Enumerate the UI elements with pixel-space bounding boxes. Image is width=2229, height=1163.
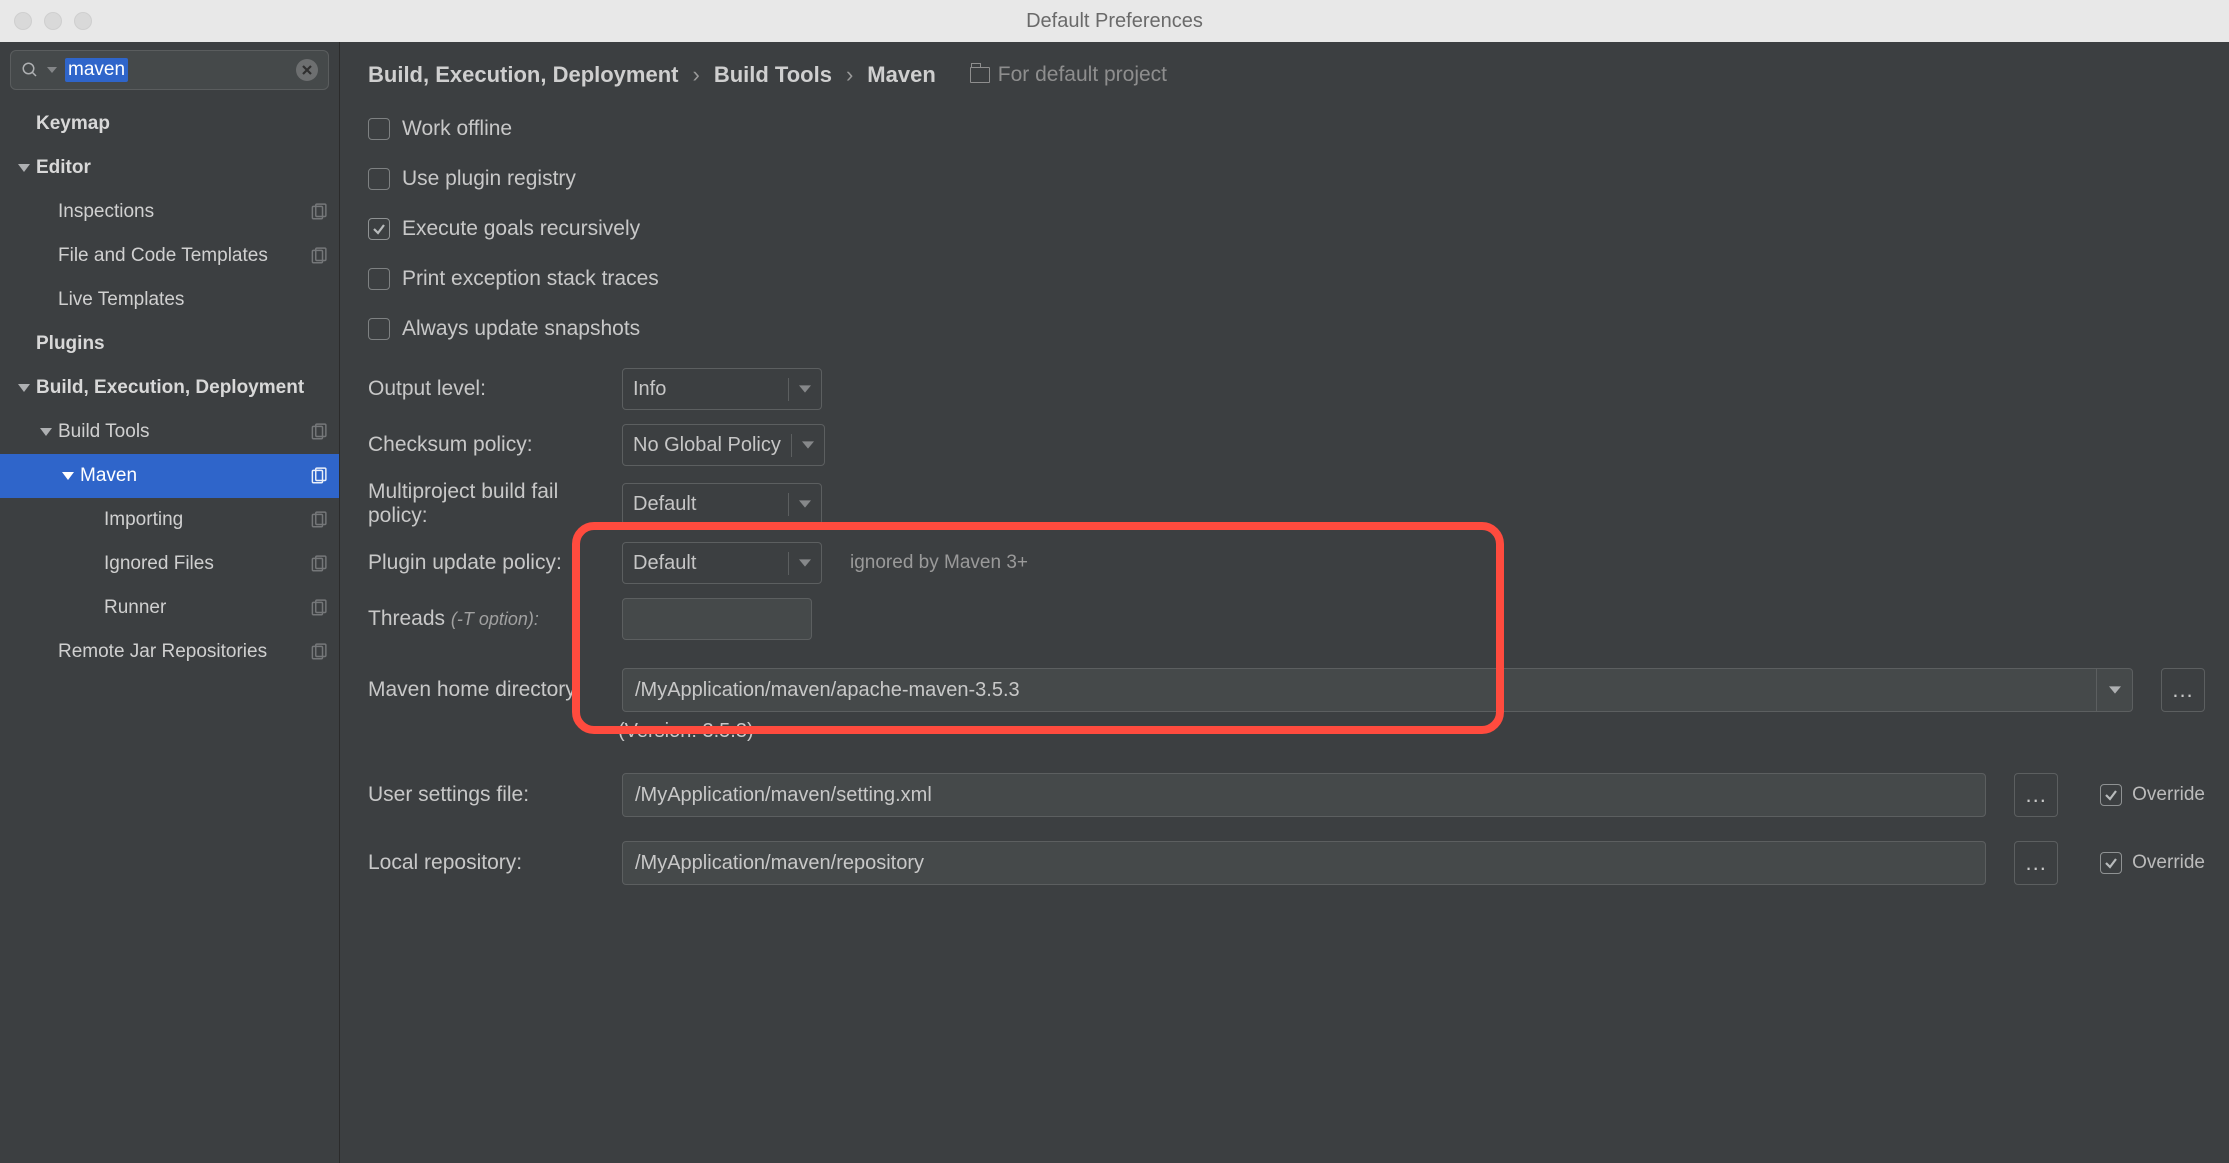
chevron-down-icon	[2109, 684, 2121, 696]
window-title: Default Preferences	[0, 10, 2229, 33]
checkbox-label: Always update snapshots	[402, 317, 640, 341]
copy-icon	[309, 599, 327, 617]
copy-icon	[309, 423, 327, 441]
work-offline-checkbox[interactable]	[368, 118, 390, 140]
titlebar: Default Preferences	[0, 0, 2229, 42]
search-input[interactable]: maven	[10, 50, 329, 90]
copy-icon	[309, 511, 327, 529]
tree-item-remote-jar-repositories[interactable]: Remote Jar Repositories	[0, 630, 339, 674]
multiproject-policy-select[interactable]: Default	[622, 483, 822, 525]
tree-item-editor[interactable]: Editor	[0, 146, 339, 190]
local-repository-field[interactable]: /MyApplication/maven/repository	[622, 841, 1986, 885]
use-plugin-registry-checkbox[interactable]	[368, 168, 390, 190]
search-value: maven	[65, 58, 128, 82]
copy-icon	[309, 467, 327, 485]
override-label: Override	[2132, 852, 2205, 874]
clear-search-button[interactable]	[296, 59, 318, 81]
threads-label: Threads (-T option):	[368, 607, 604, 631]
project-icon	[970, 67, 990, 83]
chevron-right-icon: ›	[846, 62, 853, 88]
tree-item-plugins[interactable]: Plugins	[0, 322, 339, 366]
chevron-down-icon	[47, 65, 57, 75]
chevron-down-icon	[799, 557, 811, 569]
checksum-policy-label: Checksum policy:	[368, 433, 604, 457]
chevron-down-icon	[799, 498, 811, 510]
maven-home-dropdown-button[interactable]	[2096, 669, 2132, 711]
threads-input[interactable]	[622, 598, 812, 640]
tree-item-build-tools[interactable]: Build Tools	[0, 410, 339, 454]
tree-item-maven[interactable]: Maven	[0, 454, 339, 498]
execute-goals-recursively-checkbox[interactable]	[368, 218, 390, 240]
breadcrumb-item[interactable]: Maven	[867, 62, 935, 88]
tree-item-runner[interactable]: Runner	[0, 586, 339, 630]
local-repository-override-checkbox[interactable]	[2100, 852, 2122, 874]
checksum-policy-select[interactable]: No Global Policy	[622, 424, 825, 466]
maven-version-label: (Version: 3.5.3)	[618, 720, 2205, 743]
tree-item-file-code-templates[interactable]: File and Code Templates	[0, 234, 339, 278]
checkbox-label: Use plugin registry	[402, 167, 576, 191]
checkbox-label: Work offline	[402, 117, 512, 141]
output-level-select[interactable]: Info	[622, 368, 822, 410]
settings-tree: Keymap Editor Inspections File and Code …	[0, 98, 339, 1163]
user-settings-browse-button[interactable]: ...	[2014, 773, 2058, 817]
copy-icon	[309, 203, 327, 221]
chevron-down-icon	[18, 164, 30, 172]
tree-item-inspections[interactable]: Inspections	[0, 190, 339, 234]
plugin-update-policy-select[interactable]: Default	[622, 542, 822, 584]
copy-icon	[309, 247, 327, 265]
chevron-down-icon	[40, 428, 52, 436]
maven-home-directory-field[interactable]: /MyApplication/maven/apache-maven-3.5.3	[622, 668, 2133, 712]
user-settings-file-label: User settings file:	[368, 783, 604, 807]
maven-home-browse-button[interactable]: ...	[2161, 668, 2205, 712]
tree-item-build-execution-deployment[interactable]: Build, Execution, Deployment	[0, 366, 339, 410]
print-exception-stack-traces-checkbox[interactable]	[368, 268, 390, 290]
scope-label: For default project	[970, 63, 1167, 87]
tree-item-keymap[interactable]: Keymap	[0, 102, 339, 146]
breadcrumb-item[interactable]: Build, Execution, Deployment	[368, 62, 678, 88]
plugin-update-note: ignored by Maven 3+	[850, 552, 1028, 574]
plugin-update-policy-label: Plugin update policy:	[368, 551, 604, 575]
tree-item-live-templates[interactable]: Live Templates	[0, 278, 339, 322]
checkbox-label: Execute goals recursively	[402, 217, 640, 241]
user-settings-file-field[interactable]: /MyApplication/maven/setting.xml	[622, 773, 1986, 817]
copy-icon	[309, 643, 327, 661]
sidebar: maven Keymap Editor Inspections File and…	[0, 42, 340, 1163]
multiproject-policy-label: Multiproject build fail policy:	[368, 480, 604, 528]
always-update-snapshots-checkbox[interactable]	[368, 318, 390, 340]
maven-home-directory-label: Maven home directory:	[368, 678, 604, 702]
chevron-down-icon	[18, 384, 30, 392]
chevron-down-icon	[802, 439, 814, 451]
local-repository-browse-button[interactable]: ...	[2014, 841, 2058, 885]
tree-item-ignored-files[interactable]: Ignored Files	[0, 542, 339, 586]
output-level-label: Output level:	[368, 377, 604, 401]
checkbox-label: Print exception stack traces	[402, 267, 659, 291]
main-panel: Build, Execution, Deployment › Build Too…	[340, 42, 2229, 1163]
breadcrumb-item[interactable]: Build Tools	[714, 62, 832, 88]
chevron-down-icon	[799, 383, 811, 395]
override-label: Override	[2132, 784, 2205, 806]
chevron-down-icon	[62, 472, 74, 480]
tree-item-importing[interactable]: Importing	[0, 498, 339, 542]
x-icon	[301, 64, 313, 76]
breadcrumb: Build, Execution, Deployment › Build Too…	[368, 62, 2205, 88]
user-settings-override-checkbox[interactable]	[2100, 784, 2122, 806]
local-repository-label: Local repository:	[368, 851, 604, 875]
chevron-right-icon: ›	[692, 62, 699, 88]
search-icon	[21, 61, 39, 79]
copy-icon	[309, 555, 327, 573]
